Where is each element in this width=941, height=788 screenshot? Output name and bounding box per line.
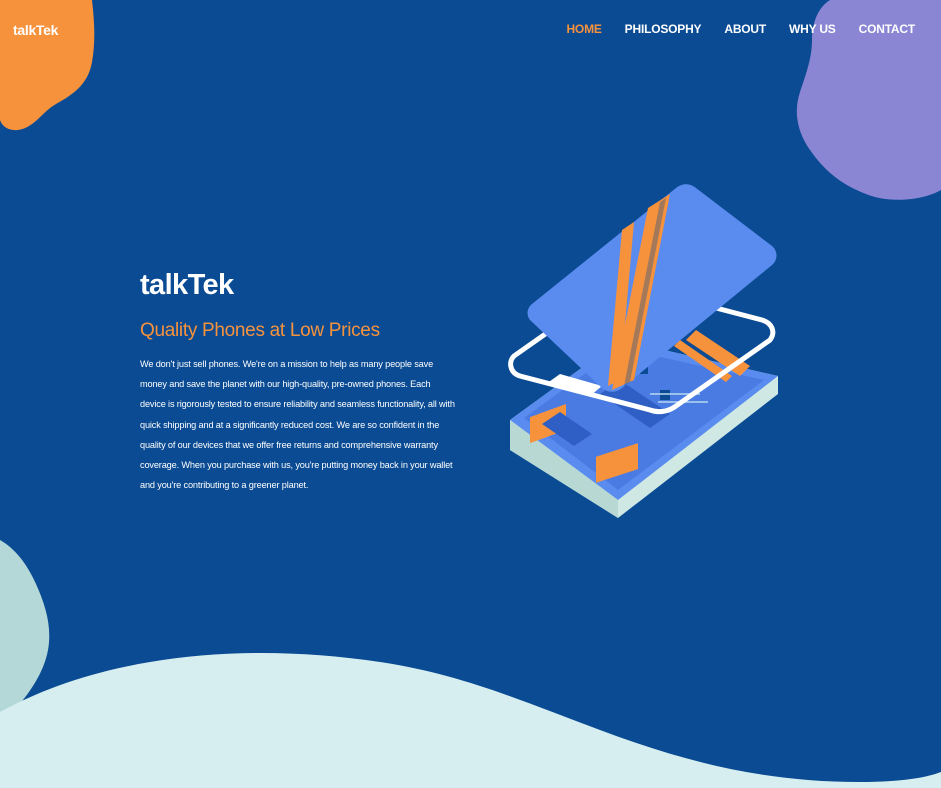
orange-blob <box>0 0 95 131</box>
brand-logo[interactable]: talkTek <box>13 22 58 38</box>
nav-about[interactable]: ABOUT <box>724 22 766 36</box>
nav-why-us[interactable]: WHY US <box>789 22 836 36</box>
bottom-wave <box>0 653 941 788</box>
hero-title: talkTek <box>140 269 234 301</box>
main-nav: HOME PHILOSOPHY ABOUT WHY US CONTACT <box>543 22 915 36</box>
nav-philosophy[interactable]: PHILOSOPHY <box>625 22 702 36</box>
hero-section: talkTek Quality Phones at Low Prices We … <box>140 266 458 495</box>
page: talkTek HOME PHILOSOPHY ABOUT WHY US CON… <box>0 0 941 788</box>
nav-contact[interactable]: CONTACT <box>859 22 916 36</box>
exploded-phone-illustration <box>508 184 778 518</box>
hero-subtitle: Quality Phones at Low Prices <box>140 320 380 341</box>
teal-blob <box>0 540 50 716</box>
nav-home[interactable]: HOME <box>566 22 601 36</box>
hero-description: We don't just sell phones. We're on a mi… <box>140 359 455 491</box>
